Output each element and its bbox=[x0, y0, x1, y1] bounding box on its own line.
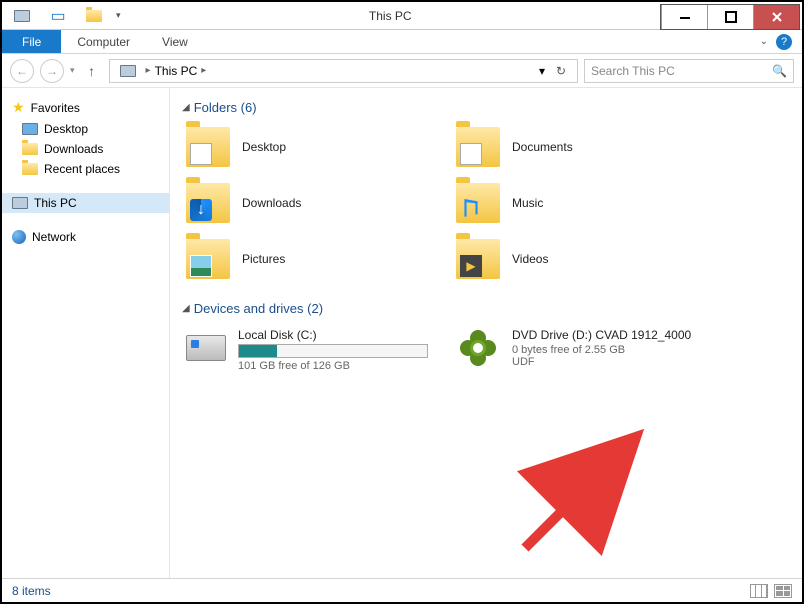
folder-icon bbox=[186, 239, 230, 279]
drive-free-text: 101 GB free of 126 GB bbox=[238, 360, 428, 372]
breadcrumb[interactable]: ▸ This PC ▸ ▾ ↻ bbox=[109, 59, 578, 83]
sidebar-item-network[interactable]: Network bbox=[2, 227, 169, 247]
close-button[interactable] bbox=[753, 5, 799, 29]
quick-access-toolbar: ▭ ▾ bbox=[2, 8, 121, 24]
folder-downloads[interactable]: Downloads bbox=[182, 179, 432, 227]
dvd-icon bbox=[456, 328, 500, 368]
folder-icon bbox=[22, 143, 38, 155]
pc-icon bbox=[14, 8, 30, 24]
refresh-icon[interactable]: ↻ bbox=[549, 64, 573, 78]
folder-music[interactable]: Music bbox=[452, 179, 702, 227]
sidebar-item-this-pc[interactable]: This PC bbox=[2, 193, 169, 213]
folder-icon bbox=[456, 127, 500, 167]
drive-name: DVD Drive (D:) CVAD 1912_4000 bbox=[512, 328, 691, 342]
drive-dvd-d[interactable]: DVD Drive (D:) CVAD 1912_4000 0 bytes fr… bbox=[452, 324, 752, 376]
sidebar-label: Network bbox=[32, 230, 76, 244]
folder-desktop[interactable]: Desktop bbox=[182, 123, 432, 171]
minimize-button[interactable] bbox=[661, 5, 707, 29]
address-bar-row: ← → ▾ ↑ ▸ This PC ▸ ▾ ↻ Search This PC 🔍 bbox=[2, 54, 802, 88]
tab-view[interactable]: View bbox=[146, 30, 204, 53]
folder-documents[interactable]: Documents bbox=[452, 123, 702, 171]
drive-free-text: 0 bytes free of 2.55 GB bbox=[512, 344, 691, 356]
network-icon bbox=[12, 230, 26, 244]
pc-icon bbox=[12, 197, 28, 209]
caret-down-icon: ◢ bbox=[182, 102, 190, 113]
star-icon: ★ bbox=[12, 99, 25, 116]
tab-computer[interactable]: Computer bbox=[61, 30, 146, 53]
folder-label: Videos bbox=[512, 252, 548, 266]
desktop-icon bbox=[22, 123, 38, 135]
content-pane: ◢ Folders (6) Desktop Documents Download… bbox=[170, 88, 802, 578]
ribbon-expand-icon[interactable]: ⌄ bbox=[760, 36, 768, 47]
main-area: ★ Favorites Desktop Downloads Recent pla… bbox=[2, 88, 802, 578]
ribbon-tabs: File Computer View ⌄ ? bbox=[2, 30, 802, 54]
chevron-right-icon[interactable]: ▸ bbox=[146, 65, 151, 76]
breadcrumb-dropdown-icon[interactable]: ▾ bbox=[539, 64, 545, 78]
sidebar-label: Favorites bbox=[31, 101, 80, 115]
search-icon: 🔍 bbox=[772, 64, 787, 78]
forward-button[interactable]: → bbox=[40, 59, 64, 83]
search-input[interactable]: Search This PC 🔍 bbox=[584, 59, 794, 83]
folder-videos[interactable]: Videos bbox=[452, 235, 702, 283]
sidebar-label: Recent places bbox=[44, 162, 120, 176]
help-icon[interactable]: ? bbox=[776, 34, 792, 50]
sidebar-label: This PC bbox=[34, 196, 77, 210]
sidebar-label: Downloads bbox=[44, 142, 103, 156]
sidebar-item-desktop[interactable]: Desktop bbox=[2, 119, 169, 139]
sidebar-item-recent[interactable]: Recent places bbox=[2, 159, 169, 179]
pc-icon bbox=[120, 63, 136, 79]
window-title: This PC bbox=[121, 9, 660, 23]
back-button[interactable]: ← bbox=[10, 59, 34, 83]
sidebar-favorites[interactable]: ★ Favorites bbox=[2, 96, 169, 119]
folder-icon bbox=[186, 183, 230, 223]
item-count: 8 items bbox=[12, 584, 51, 598]
drive-name: Local Disk (C:) bbox=[238, 328, 428, 342]
annotation-arrow bbox=[515, 428, 665, 558]
title-bar: ▭ ▾ This PC bbox=[2, 2, 802, 30]
caret-down-icon: ◢ bbox=[182, 303, 190, 314]
breadcrumb-segment[interactable]: This PC bbox=[155, 64, 198, 78]
tab-file[interactable]: File bbox=[2, 30, 61, 53]
folder-icon bbox=[186, 127, 230, 167]
window-controls bbox=[660, 4, 800, 30]
up-button[interactable]: ↑ bbox=[81, 60, 103, 82]
view-details-icon[interactable] bbox=[750, 584, 768, 598]
folder-label: Desktop bbox=[242, 140, 286, 154]
folder-pictures[interactable]: Pictures bbox=[182, 235, 432, 283]
section-header-folders[interactable]: ◢ Folders (6) bbox=[182, 100, 790, 115]
hdd-icon bbox=[186, 328, 226, 368]
chevron-right-icon[interactable]: ▸ bbox=[201, 65, 206, 76]
folder-icon bbox=[456, 239, 500, 279]
maximize-button[interactable] bbox=[707, 5, 753, 29]
properties-icon[interactable]: ▭ bbox=[50, 8, 66, 24]
folder-label: Downloads bbox=[242, 196, 301, 210]
folder-label: Documents bbox=[512, 140, 573, 154]
recent-locations-icon[interactable]: ▾ bbox=[70, 65, 75, 76]
drive-filesystem: UDF bbox=[512, 356, 691, 368]
folder-icon bbox=[456, 183, 500, 223]
search-placeholder: Search This PC bbox=[591, 64, 675, 78]
section-title: Devices and drives (2) bbox=[194, 301, 323, 316]
section-header-drives[interactable]: ◢ Devices and drives (2) bbox=[182, 301, 790, 316]
view-large-icons-icon[interactable] bbox=[774, 584, 792, 598]
sidebar-item-downloads[interactable]: Downloads bbox=[2, 139, 169, 159]
section-title: Folders (6) bbox=[194, 100, 257, 115]
navigation-pane: ★ Favorites Desktop Downloads Recent pla… bbox=[2, 88, 170, 578]
capacity-bar bbox=[238, 344, 428, 358]
drive-local-c[interactable]: Local Disk (C:) 101 GB free of 126 GB bbox=[182, 324, 432, 376]
folder-label: Music bbox=[512, 196, 543, 210]
folder-icon bbox=[22, 163, 38, 175]
folder-label: Pictures bbox=[242, 252, 285, 266]
new-folder-icon[interactable] bbox=[86, 8, 102, 24]
sidebar-label: Desktop bbox=[44, 122, 88, 136]
status-bar: 8 items bbox=[2, 578, 802, 602]
